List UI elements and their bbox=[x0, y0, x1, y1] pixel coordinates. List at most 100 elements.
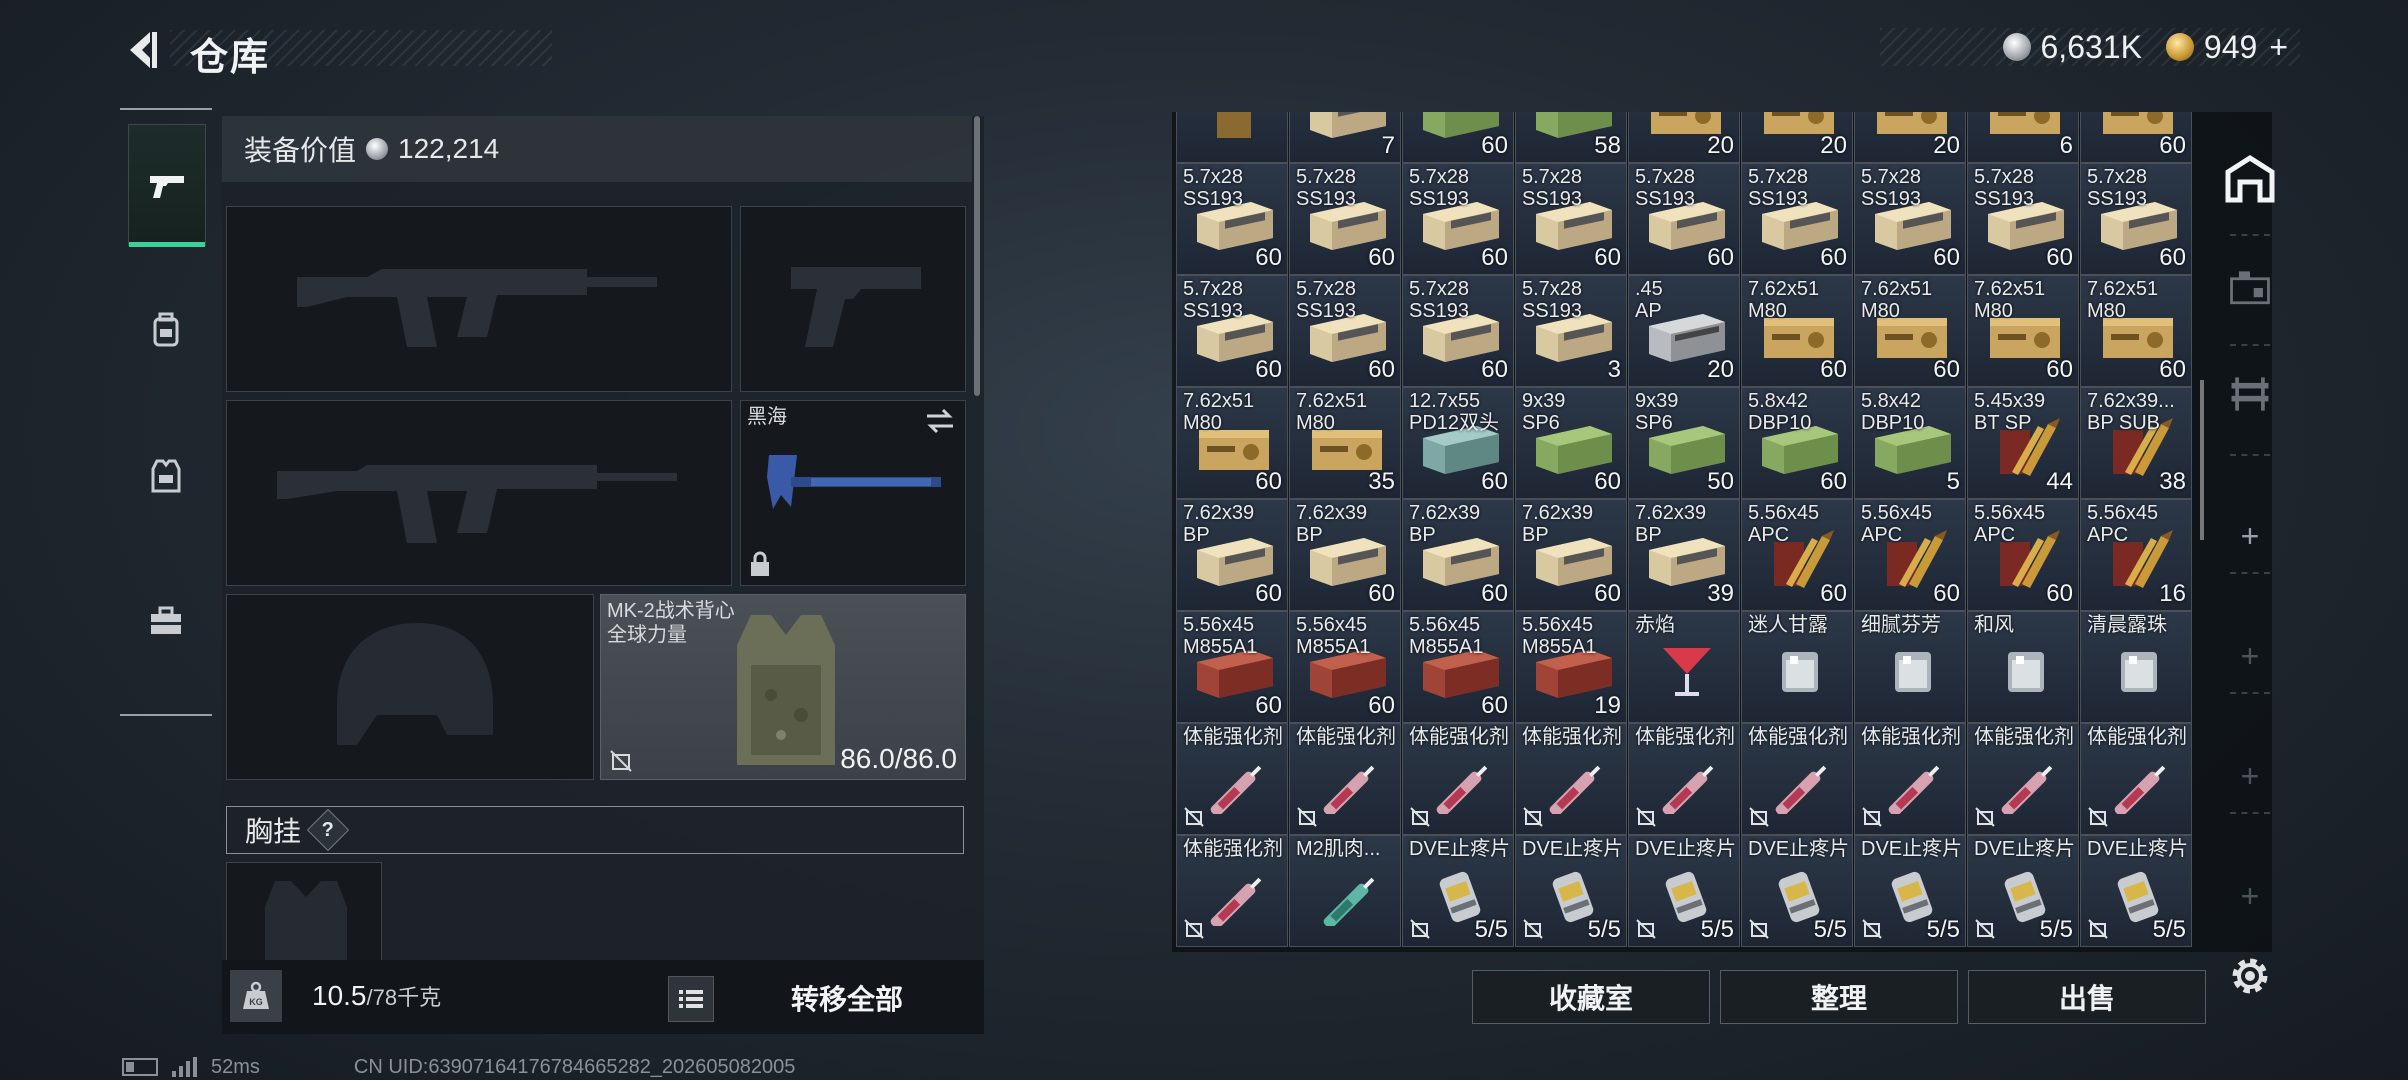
storage-item-cell[interactable]: 5.7x28 SS193 60 bbox=[1402, 163, 1514, 275]
storage-item-cell[interactable]: 5.7x28 SS193 60 bbox=[1176, 275, 1288, 387]
storage-item-cell[interactable]: 7.62x51 M80 60 bbox=[2080, 275, 2192, 387]
storage-item-cell[interactable]: 5.7x28 SS193 60 bbox=[1854, 163, 1966, 275]
storage-item-cell[interactable]: 7.62x39 BP 60 bbox=[1176, 499, 1288, 611]
primary-weapon-slot[interactable] bbox=[226, 206, 732, 392]
storage-item-cell[interactable]: 9x39 SP6 60 bbox=[1515, 387, 1627, 499]
help-button[interactable]: ? bbox=[306, 808, 350, 852]
storage-tab-rack[interactable] bbox=[2224, 368, 2276, 420]
secondary-weapon-slot[interactable] bbox=[740, 206, 966, 392]
settings-gear-icon[interactable] bbox=[2224, 950, 2276, 1002]
storage-item-cell[interactable]: 20 bbox=[1628, 112, 1740, 163]
sort-button[interactable]: 整理 bbox=[1720, 970, 1958, 1024]
armor-vest-slot[interactable]: MK-2战术背心 全球力量 86.0/86.0 bbox=[600, 594, 966, 780]
list-view-button[interactable] bbox=[668, 976, 714, 1022]
storage-item-cell[interactable]: 5.7x28 SS193 60 bbox=[1289, 163, 1401, 275]
storage-item-cell[interactable]: 20 bbox=[1741, 112, 1853, 163]
storage-item-cell[interactable]: 5.7x28 SS193 3 bbox=[1515, 275, 1627, 387]
storage-item-cell[interactable]: 60 bbox=[2080, 112, 2192, 163]
storage-item-cell[interactable]: 5.7x28 SS193 60 bbox=[1741, 163, 1853, 275]
storage-item-cell[interactable]: 赤焰 bbox=[1628, 611, 1740, 723]
storage-item-cell[interactable]: 体能强化剂 bbox=[1515, 723, 1627, 835]
melee-slot[interactable]: 黑海 bbox=[740, 400, 966, 586]
storage-item-cell[interactable]: 5.8x42 DBP10 60 bbox=[1741, 387, 1853, 499]
sell-button[interactable]: 出售 bbox=[1968, 970, 2206, 1024]
storage-item-cell[interactable]: 7.62x39 BP 60 bbox=[1402, 499, 1514, 611]
storage-tab-case[interactable] bbox=[2224, 262, 2276, 314]
storage-item-cell[interactable]: 7.62x39 BP 39 bbox=[1628, 499, 1740, 611]
storage-item-cell[interactable]: DVE止疼片 5/5 bbox=[1854, 835, 1966, 947]
storage-item-cell[interactable]: 5.56x45 M855A1 60 bbox=[1402, 611, 1514, 723]
storage-item-cell[interactable]: 5.56x45 APC 60 bbox=[1967, 499, 2079, 611]
storage-item-cell[interactable]: 5.56x45 APC 16 bbox=[2080, 499, 2192, 611]
storage-item-cell[interactable]: DVE止疼片 5/5 bbox=[2080, 835, 2192, 947]
storage-item-cell[interactable]: 体能强化剂 bbox=[1741, 723, 1853, 835]
storage-item-cell[interactable]: 体能强化剂 bbox=[1289, 723, 1401, 835]
storage-item-cell[interactable]: 5.7x28 SS193 60 bbox=[1967, 163, 2079, 275]
collection-room-button[interactable]: 收藏室 bbox=[1472, 970, 1710, 1024]
nav-backpack[interactable] bbox=[128, 270, 204, 390]
storage-item-cell[interactable]: DVE止疼片 5/5 bbox=[1402, 835, 1514, 947]
storage-item-cell[interactable]: 7.62x39 BP 60 bbox=[1515, 499, 1627, 611]
storage-item-cell[interactable]: 6 bbox=[1967, 112, 2079, 163]
storage-item-cell[interactable]: 7.62x51 M80 60 bbox=[1967, 275, 2079, 387]
storage-item-cell[interactable]: 5.7x28 SS193 60 bbox=[2080, 163, 2192, 275]
storage-item-cell[interactable]: 迷人甘露 bbox=[1741, 611, 1853, 723]
storage-item-cell[interactable]: 9x39 SP6 50 bbox=[1628, 387, 1740, 499]
storage-item-cell[interactable]: 5.56x45 M855A1 60 bbox=[1176, 611, 1288, 723]
swap-icon[interactable] bbox=[925, 407, 955, 435]
storage-item-cell[interactable]: 5.45x39 BT SP 44 bbox=[1967, 387, 2079, 499]
storage-item-cell[interactable]: 58 bbox=[1515, 112, 1627, 163]
storage-item-cell[interactable]: 体能强化剂 bbox=[1854, 723, 1966, 835]
loadout-scrollbar[interactable] bbox=[974, 116, 980, 396]
storage-item-cell[interactable]: 5.7x28 SS193 60 bbox=[1515, 163, 1627, 275]
storage-item-cell[interactable]: 体能强化剂 bbox=[1176, 723, 1288, 835]
storage-item-cell[interactable]: 5.7x28 SS193 60 bbox=[1402, 275, 1514, 387]
storage-item-cell[interactable]: 清晨露珠 bbox=[2080, 611, 2192, 723]
storage-item-cell[interactable]: 体能强化剂 bbox=[1176, 835, 1288, 947]
storage-item-cell[interactable]: 细腻芬芳 bbox=[1854, 611, 1966, 723]
storage-item-cell[interactable]: 体能强化剂 bbox=[1628, 723, 1740, 835]
storage-tab-home[interactable] bbox=[2224, 152, 2276, 204]
storage-item-cell[interactable]: 5.7x28 SS193 60 bbox=[1289, 275, 1401, 387]
chest-rig-slot[interactable] bbox=[226, 862, 382, 961]
storage-item-cell[interactable]: 7 bbox=[1289, 112, 1401, 163]
storage-grid-viewport[interactable]: 7 60 58 20 20 20 6 60 5.7x28 SS193 60 5.7x28 SS193… bbox=[1176, 112, 2196, 954]
storage-item-cell[interactable]: 7.62x39 BP 60 bbox=[1289, 499, 1401, 611]
storage-item-cell[interactable]: 20 bbox=[1854, 112, 1966, 163]
storage-item-cell[interactable]: 体能强化剂 bbox=[1402, 723, 1514, 835]
storage-item-cell[interactable]: 7.62x51 M80 35 bbox=[1289, 387, 1401, 499]
add-storage-tab-button[interactable]: + bbox=[2236, 760, 2264, 792]
add-storage-tab-button[interactable]: + bbox=[2236, 520, 2264, 552]
helmet-slot[interactable] bbox=[226, 594, 594, 780]
storage-item-cell[interactable]: 5.7x28 SS193 60 bbox=[1628, 163, 1740, 275]
storage-item-cell[interactable]: DVE止疼片 5/5 bbox=[1628, 835, 1740, 947]
storage-item-cell[interactable]: 5.7x28 SS193 60 bbox=[1176, 163, 1288, 275]
storage-item-cell[interactable]: DVE止疼片 5/5 bbox=[1741, 835, 1853, 947]
storage-item-cell[interactable]: 5.56x45 APC 60 bbox=[1854, 499, 1966, 611]
storage-item-cell[interactable]: .45 AP 20 bbox=[1628, 275, 1740, 387]
storage-item-cell[interactable]: 和风 bbox=[1967, 611, 2079, 723]
storage-item-cell[interactable]: 体能强化剂 bbox=[2080, 723, 2192, 835]
storage-item-cell[interactable]: 5.8x42 DBP10 5 bbox=[1854, 387, 1966, 499]
transfer-all-button[interactable]: 转移全部 bbox=[722, 970, 972, 1026]
secondary-rifle-slot[interactable] bbox=[226, 400, 732, 586]
storage-item-cell[interactable]: 7.62x51 M80 60 bbox=[1741, 275, 1853, 387]
storage-item-cell[interactable]: 5.56x45 M855A1 19 bbox=[1515, 611, 1627, 723]
storage-item-cell[interactable]: 体能强化剂 bbox=[1967, 723, 2079, 835]
storage-item-cell[interactable]: M2肌肉... bbox=[1289, 835, 1401, 947]
back-button[interactable] bbox=[118, 24, 166, 76]
nav-case[interactable] bbox=[128, 562, 204, 682]
storage-item-cell[interactable]: 60 bbox=[1402, 112, 1514, 163]
nav-vest[interactable] bbox=[128, 416, 204, 536]
add-storage-tab-button[interactable]: + bbox=[2236, 880, 2264, 912]
storage-item-cell[interactable]: 12.7x55 PD12双头 60 bbox=[1402, 387, 1514, 499]
storage-item-cell[interactable]: DVE止疼片 5/5 bbox=[1967, 835, 2079, 947]
storage-scrollbar[interactable] bbox=[2200, 380, 2204, 540]
storage-item-cell[interactable]: 7.62x51 M80 60 bbox=[1176, 387, 1288, 499]
add-gold-button[interactable]: + bbox=[2269, 29, 2288, 66]
add-storage-tab-button[interactable]: + bbox=[2236, 640, 2264, 672]
storage-item-cell[interactable]: 5.56x45 M855A1 60 bbox=[1289, 611, 1401, 723]
nav-weapons[interactable] bbox=[128, 124, 206, 247]
storage-item-cell[interactable] bbox=[1176, 112, 1288, 163]
storage-item-cell[interactable]: 7.62x39... BP SUB 38 bbox=[2080, 387, 2192, 499]
